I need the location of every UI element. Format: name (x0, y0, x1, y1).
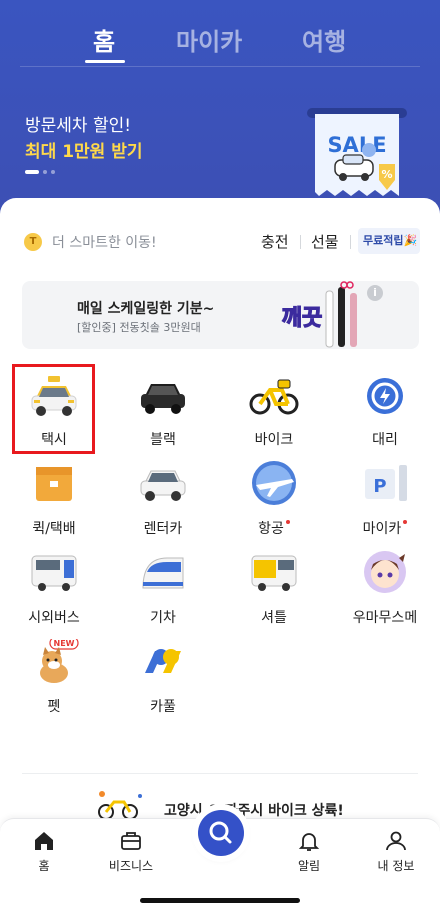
service-label: 기차 (150, 610, 176, 626)
sale-text: SALE (327, 133, 386, 157)
tab-mycar[interactable]: 마이카 (176, 22, 242, 57)
service-label: 마이카 (337, 518, 433, 538)
service-label: 대리 (372, 432, 398, 448)
service-label: 바이크 (254, 432, 294, 448)
separator (300, 235, 301, 249)
shuttle-icon (248, 550, 300, 602)
service-flight[interactable]: 항공 (226, 461, 322, 541)
sale-illustration[interactable]: SALE % (305, 100, 409, 204)
carousel-dot (43, 170, 47, 174)
bus-icon (28, 550, 80, 602)
quick-row: T 더 스마트한 이동! 충전 선물 무료적립🎉 (24, 228, 420, 254)
carpool-icon (137, 639, 189, 691)
service-intercity-bus[interactable]: 시외버스 (6, 550, 102, 630)
black-car-icon (137, 372, 189, 424)
delivery-box-icon (28, 461, 80, 513)
briefcase-icon (121, 832, 141, 850)
service-label: 블랙 (150, 432, 176, 448)
service-label: 렌터카 (143, 521, 183, 537)
search-button[interactable] (198, 810, 244, 856)
nav-home[interactable]: 홈 (4, 829, 84, 879)
service-label: 카풀 (150, 699, 176, 715)
nav-my-info[interactable]: 내 정보 (356, 829, 436, 879)
nav-my-info-label: 내 정보 (377, 859, 415, 873)
service-label: 시외버스 (28, 610, 80, 626)
bike-icon (248, 372, 300, 424)
main-tabs: 홈 마이카 여행 (0, 22, 440, 64)
free-points-badge[interactable]: 무료적립🎉 (358, 228, 420, 254)
steering-wheel-icon (359, 372, 411, 424)
header-banner: 홈 마이카 여행 방문세차 할인! 최대 1만원 받기 SALE % (0, 0, 440, 230)
separator (350, 235, 351, 249)
person-icon (386, 831, 406, 851)
service-train[interactable]: 기차 (115, 550, 211, 630)
coin-icon: T (24, 233, 42, 251)
info-icon[interactable]: i (367, 285, 383, 301)
charge-link[interactable]: 충전 (261, 231, 289, 252)
home-indicator (140, 898, 300, 903)
smart-move-text[interactable]: 더 스마트한 이동! (52, 232, 157, 252)
service-pet[interactable]: NEW 펫 (6, 636, 102, 719)
nav-alerts-label: 알림 (297, 859, 321, 873)
service-umamusume[interactable]: 우마무스메 (337, 550, 433, 630)
tab-travel[interactable]: 여행 (302, 22, 346, 57)
sale-percent-text: % (381, 168, 392, 181)
service-label: 펫 (47, 699, 61, 715)
tab-home[interactable]: 홈 (93, 22, 115, 57)
tab-divider (20, 66, 420, 67)
ad-banner[interactable]: 매일 스케일링한 기분~ [할인중] 전동칫솔 3만원대 깨끗 i (22, 281, 419, 349)
character-icon (359, 550, 411, 602)
nav-home-label: 홈 (38, 859, 50, 873)
section-divider (22, 773, 418, 774)
svg-text:P: P (373, 476, 386, 497)
promo-subtitle[interactable]: 최대 1만원 받기 (25, 137, 143, 162)
nav-business-label: 비즈니스 (108, 859, 154, 873)
taxi-highlight-box (12, 364, 95, 454)
nav-alerts[interactable]: 알림 (269, 829, 349, 879)
parking-icon: P (359, 461, 411, 513)
promo-title[interactable]: 방문세차 할인! (25, 111, 131, 136)
dog-icon: NEW (28, 636, 80, 691)
service-shuttle[interactable]: 셔틀 (226, 550, 322, 630)
service-label: 항공 (226, 518, 322, 538)
new-dot (285, 520, 290, 524)
nav-business[interactable]: 비즈니스 (91, 829, 171, 879)
new-dot (403, 520, 408, 524)
airplane-icon (248, 461, 300, 513)
service-mycar[interactable]: P 마이카 (337, 461, 433, 541)
bike-promo-text: 고양시 & 파주시 바이크 상륙! (164, 803, 344, 819)
service-rental[interactable]: 렌터카 (115, 461, 211, 541)
service-driver[interactable]: 대리 (337, 372, 433, 452)
ad-subtitle: [할인중] 전동칫솔 3만원대 (77, 321, 201, 334)
train-icon (137, 550, 189, 602)
service-delivery[interactable]: 퀵/택배 (6, 461, 102, 541)
bell-icon (298, 833, 320, 851)
service-label: 퀵/택배 (32, 521, 76, 537)
service-bike[interactable]: 바이크 (226, 372, 322, 452)
ad-title: 매일 스케일링한 기분~ (77, 301, 215, 317)
search-icon (209, 821, 232, 844)
service-label: 셔틀 (261, 610, 287, 626)
rental-car-icon (137, 461, 189, 513)
carousel-dot (51, 170, 55, 174)
new-badge-text: NEW (54, 639, 75, 648)
active-tab-indicator (85, 60, 125, 63)
service-label: 우마무스메 (352, 610, 418, 626)
ad-art-text: 깨끗 (282, 306, 322, 331)
home-icon (35, 832, 53, 850)
carousel-dot-active (25, 170, 39, 174)
gift-link[interactable]: 선물 (311, 231, 339, 252)
toothbrush-illustration: 깨끗 (280, 281, 360, 349)
service-carpool[interactable]: 카풀 (115, 639, 211, 719)
service-black[interactable]: 블랙 (115, 372, 211, 452)
